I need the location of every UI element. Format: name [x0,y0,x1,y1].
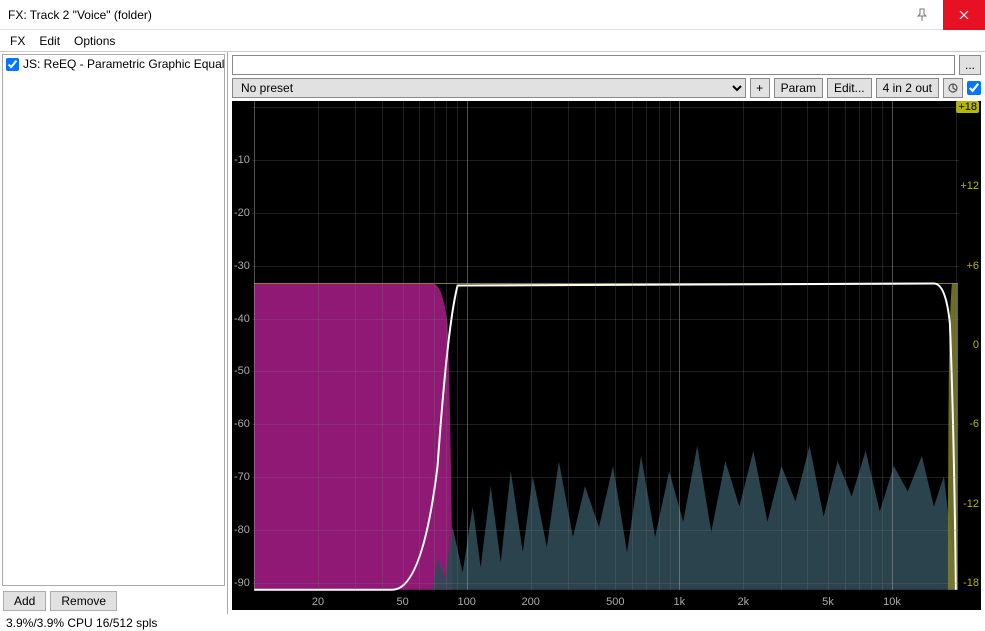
routing-button[interactable]: 4 in 2 out [876,78,939,98]
y-left-tick-label: -80 [234,524,250,536]
y-left-tick-label: -90 [234,577,250,589]
edit-button[interactable]: Edit... [827,78,872,98]
gridline-vertical [446,101,447,590]
x-tick-label: 1k [674,596,686,608]
gridline-vertical [859,101,860,590]
gridline-horizontal [252,424,959,425]
y-right-tick-label: 0 [973,339,979,351]
fx-comment-input[interactable] [232,55,955,75]
gridline-vertical [403,101,404,590]
gridline-vertical [882,101,883,590]
x-tick-label: 5k [822,596,834,608]
x-tick-label: 100 [457,596,475,608]
gridline-vertical [679,101,680,590]
y-left-tick-label: -60 [234,418,250,430]
menu-edit[interactable]: Edit [39,34,60,48]
gridline-vertical [531,101,532,590]
pin-button[interactable] [901,0,943,30]
preset-dropdown[interactable]: No preset [232,78,746,98]
gridline-vertical [467,101,468,590]
delta-solo-button[interactable] [943,78,963,98]
gridline-vertical [355,101,356,590]
window-title: FX: Track 2 "Voice" (folder) [8,8,901,22]
preset-add-button[interactable]: + [750,78,770,98]
y-left-tick-label: -50 [234,365,250,377]
close-button[interactable] [943,0,985,30]
add-button[interactable]: Add [3,591,46,611]
y-right-tick-label: +6 [966,260,979,272]
gridline-horizontal [252,213,959,214]
y-right-tick-label: -18 [963,577,979,589]
status-text: 3.9%/3.9% CPU 16/512 spls [6,616,157,630]
close-icon [959,10,969,20]
gridline-vertical [595,101,596,590]
menu-bar: FX Edit Options [0,30,985,52]
gridline-vertical [892,101,893,590]
remove-button[interactable]: Remove [50,591,117,611]
fx-item-label: JS: ReEQ - Parametric Graphic Equali... [23,57,224,71]
fx-sidebar: JS: ReEQ - Parametric Graphic Equali... … [0,52,228,614]
gridline-vertical [318,101,319,590]
gridline-horizontal [252,530,959,531]
gridline-vertical [419,101,420,590]
status-bar: 3.9%/3.9% CPU 16/512 spls [0,614,985,631]
gridline-horizontal [252,583,959,584]
fx-list[interactable]: JS: ReEQ - Parametric Graphic Equali... [2,54,225,586]
gridline-vertical [781,101,782,590]
pin-icon [915,8,929,22]
gridline-vertical [845,101,846,590]
y-left-tick-label: -70 [234,471,250,483]
y-right-tick-label: -6 [969,418,979,430]
gridline-horizontal [252,371,959,372]
x-tick-label: 10k [883,596,901,608]
y-left-tick-label: -20 [234,207,250,219]
gridline-vertical [632,101,633,590]
y-left-tick-label: -40 [234,313,250,325]
x-tick-label: 2k [738,596,750,608]
gridline-vertical [670,101,671,590]
fx-enable-checkbox[interactable] [6,58,19,71]
y-right-tick-label: -12 [963,498,979,510]
gridline-horizontal [252,107,959,108]
y-left-tick-label: -30 [234,260,250,272]
gridline-vertical [871,101,872,590]
gridline-vertical [743,101,744,590]
y-right-tick-label: +12 [960,180,979,192]
gridline-vertical [646,101,647,590]
param-button[interactable]: Param [774,78,823,98]
x-tick-label: 500 [606,596,624,608]
gridline-vertical [807,101,808,590]
gridline-vertical [382,101,383,590]
x-tick-label: 200 [521,596,539,608]
fx-list-item[interactable]: JS: ReEQ - Parametric Graphic Equali... [3,55,224,73]
y-right-tick-label: +18 [956,101,979,113]
gridline-vertical [956,101,957,590]
x-tick-label: 50 [397,596,409,608]
gridline-vertical [434,101,435,590]
gridline-horizontal [252,319,959,320]
gridline-vertical [457,101,458,590]
menu-fx[interactable]: FX [10,34,25,48]
eq-plot[interactable]: -10 -20 -30 -40 -50 -60 -70 -80 -90 +18 +12 +6 0 -6 -… [232,101,981,610]
gridline-vertical [615,101,616,590]
menu-options[interactable]: Options [74,34,115,48]
gridline-vertical [254,101,255,590]
fx-active-checkbox[interactable] [967,81,981,95]
eq-plot-svg [232,101,981,610]
x-tick-label: 20 [312,596,324,608]
gridline-horizontal [252,160,959,161]
phase-icon [947,82,959,94]
gridline-vertical [568,101,569,590]
y-left-tick-label: -10 [234,154,250,166]
gridline-horizontal [252,477,959,478]
fx-menu-button[interactable]: ... [959,55,981,75]
gridline-vertical [659,101,660,590]
gridline-horizontal [252,266,959,267]
gridline-vertical [828,101,829,590]
